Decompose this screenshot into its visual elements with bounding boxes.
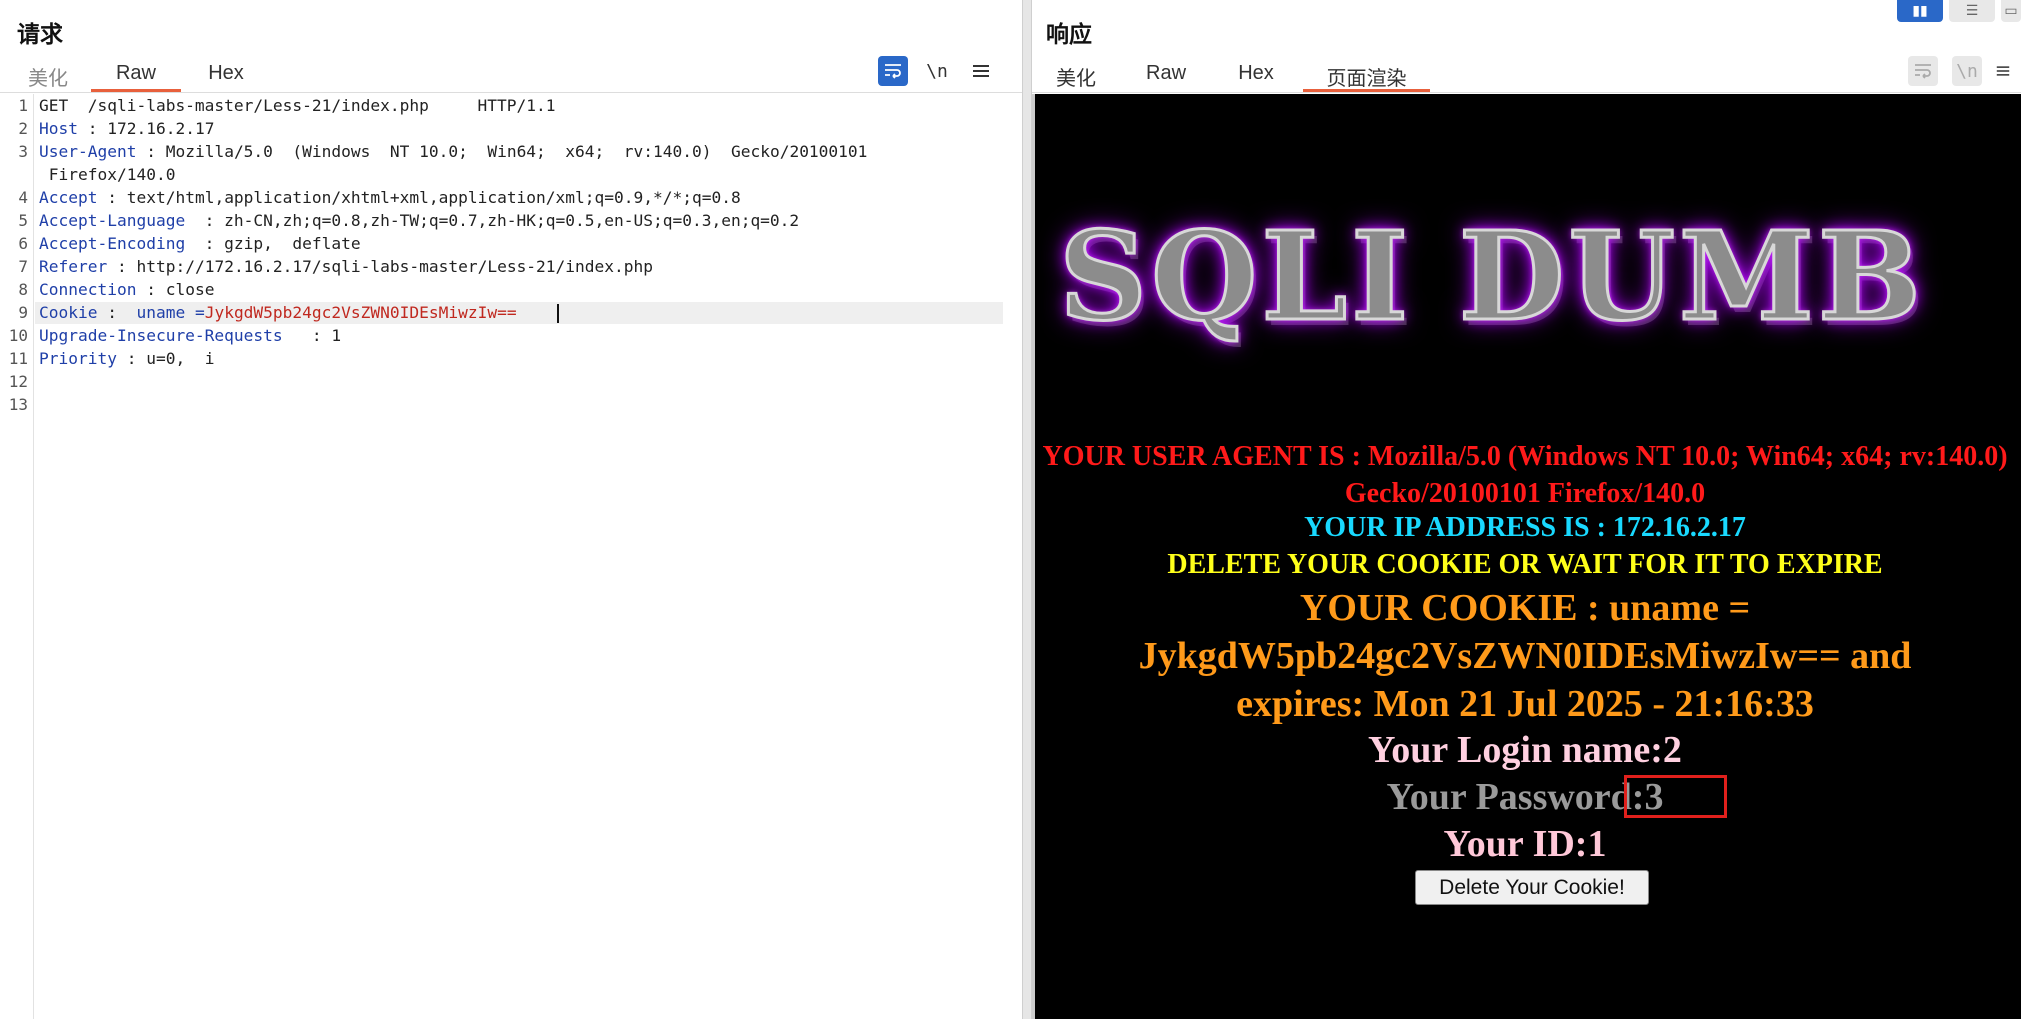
user-agent-text: YOUR USER AGENT IS : Mozilla/5.0 (Window… bbox=[1042, 441, 2008, 509]
header-sep: : bbox=[282, 326, 332, 345]
user-id-text: Your ID:1 bbox=[1443, 823, 1607, 865]
header-value: 172.16.2.17 bbox=[107, 119, 215, 138]
tab-hex[interactable]: Hex bbox=[1236, 58, 1276, 92]
header-value: zh-CN,zh;q=0.8,zh-TW;q=0.7,zh-HK;q=0.5,e… bbox=[224, 211, 800, 230]
line-number: 4 bbox=[18, 188, 28, 207]
ip-address-text: YOUR IP ADDRESS IS : 172.16.2.17 bbox=[1304, 512, 1746, 543]
header-sep: : bbox=[185, 234, 225, 253]
line-number: 8 bbox=[18, 280, 28, 299]
newline-toggle-button[interactable]: \n bbox=[1952, 56, 1982, 86]
request-line: Priority : u=0, i bbox=[39, 349, 214, 368]
login-name-text: Your Login name:2 bbox=[1368, 729, 1682, 771]
header-key: Accept bbox=[39, 188, 98, 207]
line-number: 13 bbox=[8, 395, 28, 414]
header-key: Referer bbox=[39, 257, 108, 276]
header-value: close bbox=[165, 280, 215, 299]
header-key: Priority bbox=[39, 349, 117, 368]
header-key: User-Agent bbox=[39, 142, 137, 161]
response-toolbar: \n bbox=[1908, 56, 2010, 86]
layout-switch: ▮▮ ☰ ▭ bbox=[1897, 0, 2021, 22]
header-key: Host bbox=[39, 119, 78, 138]
header-sep: : bbox=[77, 119, 108, 138]
header-value: Mozilla/5.0 (Windows NT 10.0; Win64; x64… bbox=[165, 142, 868, 161]
cookie-payload: JykgdW5pb24gc2VsZWN0IDEsMiwzIw== bbox=[204, 303, 517, 322]
password-text: Your Password:3 bbox=[1386, 776, 1664, 818]
request-line: Referer : http://172.16.2.17/sqli-labs-m… bbox=[39, 257, 653, 276]
header-key: Accept-Language bbox=[39, 211, 186, 230]
line-number: 12 bbox=[8, 372, 28, 391]
tab-pretty[interactable]: 美化 bbox=[1056, 58, 1096, 92]
header-key: Accept-Encoding bbox=[39, 234, 186, 253]
split-horizontal-icon[interactable]: ▮▮ bbox=[1897, 0, 1943, 22]
request-line: Host : 172.16.2.17 bbox=[39, 119, 214, 138]
request-line: GET /sqli-labs-master/Less-21/index.php … bbox=[39, 96, 556, 115]
wrap-lines-icon[interactable] bbox=[1908, 56, 1938, 86]
request-line-wrap: Firefox/140.0 bbox=[39, 165, 176, 184]
request-editor[interactable]: 1 2 3 4 5 6 7 8 9 10 11 12 13 GET /sqli-… bbox=[0, 94, 1022, 1019]
header-value: uname = bbox=[136, 303, 205, 322]
tab-raw[interactable]: Raw bbox=[91, 58, 181, 92]
line-number: 2 bbox=[18, 119, 28, 138]
tabs-divider bbox=[1032, 92, 2021, 93]
line-number: 10 bbox=[8, 326, 28, 345]
header-sep: : bbox=[116, 349, 147, 368]
single-pane-icon[interactable]: ▭ bbox=[2001, 0, 2021, 22]
request-line: User-Agent : Mozilla/5.0 (Windows NT 10.… bbox=[39, 142, 867, 161]
header-value: u=0, i bbox=[146, 349, 215, 368]
request-line: Upgrade-Insecure-Requests : 1 bbox=[39, 326, 341, 345]
request-line: Accept-Encoding : gzip, deflate bbox=[39, 234, 361, 253]
line-number: 7 bbox=[18, 257, 28, 276]
cookie-text: YOUR COOKIE : uname = JykgdW5pb24gc2VsZW… bbox=[1138, 587, 1912, 725]
delete-cookie-notice: DELETE YOUR COOKIE OR WAIT FOR IT TO EXP… bbox=[1167, 549, 1883, 580]
request-title: 请求 bbox=[17, 22, 63, 48]
split-vertical-icon[interactable]: ☰ bbox=[1949, 0, 1995, 22]
header-value: gzip, deflate bbox=[224, 234, 361, 253]
menu-icon[interactable] bbox=[966, 56, 996, 86]
header-value: Firefox/140.0 bbox=[39, 165, 176, 184]
response-title: 响应 bbox=[1046, 22, 1092, 48]
header-sep: : bbox=[97, 188, 127, 207]
text-caret bbox=[556, 304, 559, 323]
header-value: text/html,application/xhtml+xml,applicat… bbox=[126, 188, 741, 207]
tab-pretty[interactable]: 美化 bbox=[28, 58, 68, 92]
header-value: 1 bbox=[331, 326, 342, 345]
sqli-dumb-logo: SQLI DUMB bbox=[1057, 203, 1926, 350]
line-number: 1 bbox=[18, 96, 28, 115]
request-toolbar: \n bbox=[878, 56, 996, 86]
annotation-highlight-box bbox=[1624, 775, 1727, 818]
response-tabs: 美化 Raw Hex 页面渲染 bbox=[1056, 58, 1430, 92]
menu-icon[interactable] bbox=[1996, 56, 2010, 86]
header-sep: : bbox=[97, 303, 137, 322]
line-number: 9 bbox=[18, 303, 28, 322]
request-tabs: 美化 Raw Hex bbox=[28, 58, 256, 92]
request-line: Accept : text/html,application/xhtml+xml… bbox=[39, 188, 741, 207]
tab-raw[interactable]: Raw bbox=[1146, 58, 1186, 92]
wrap-lines-icon[interactable] bbox=[878, 56, 908, 86]
header-key: Cookie bbox=[39, 303, 98, 322]
request-pane: 请求 美化 Raw Hex \n 1 2 3 4 5 6 7 8 9 10 11… bbox=[0, 0, 1022, 1019]
line-number: 11 bbox=[8, 349, 28, 368]
tab-render[interactable]: 页面渲染 bbox=[1303, 58, 1430, 92]
header-key: Upgrade-Insecure-Requests bbox=[39, 326, 283, 345]
tabs-divider bbox=[0, 92, 1022, 93]
header-sep: : bbox=[107, 257, 137, 276]
request-line-cookie: Cookie : uname =JykgdW5pb24gc2VsZWN0IDEs… bbox=[39, 303, 559, 323]
tab-hex[interactable]: Hex bbox=[196, 58, 256, 92]
header-key: Connection bbox=[39, 280, 137, 299]
request-line: Accept-Language : zh-CN,zh;q=0.8,zh-TW;q… bbox=[39, 211, 799, 230]
line-number: 3 bbox=[18, 142, 28, 161]
pane-splitter[interactable] bbox=[1022, 0, 1032, 1019]
line-value: GET /sqli-labs-master/Less-21/index.php … bbox=[39, 96, 556, 115]
line-number: 5 bbox=[18, 211, 28, 230]
newline-toggle-button[interactable]: \n bbox=[922, 56, 952, 86]
header-sep: : bbox=[136, 280, 166, 299]
rendered-page: SQLI DUMB YOUR USER AGENT IS : Mozilla/5… bbox=[1032, 94, 2021, 1019]
delete-cookie-button[interactable]: Delete Your Cookie! bbox=[1415, 870, 1649, 905]
request-line: Connection : close bbox=[39, 280, 214, 299]
header-sep: : bbox=[185, 211, 225, 230]
header-value: http://172.16.2.17/sqli-labs-master/Less… bbox=[136, 257, 654, 276]
header-sep: : bbox=[136, 142, 166, 161]
line-number: 6 bbox=[18, 234, 28, 253]
line-gutter bbox=[0, 94, 34, 1019]
